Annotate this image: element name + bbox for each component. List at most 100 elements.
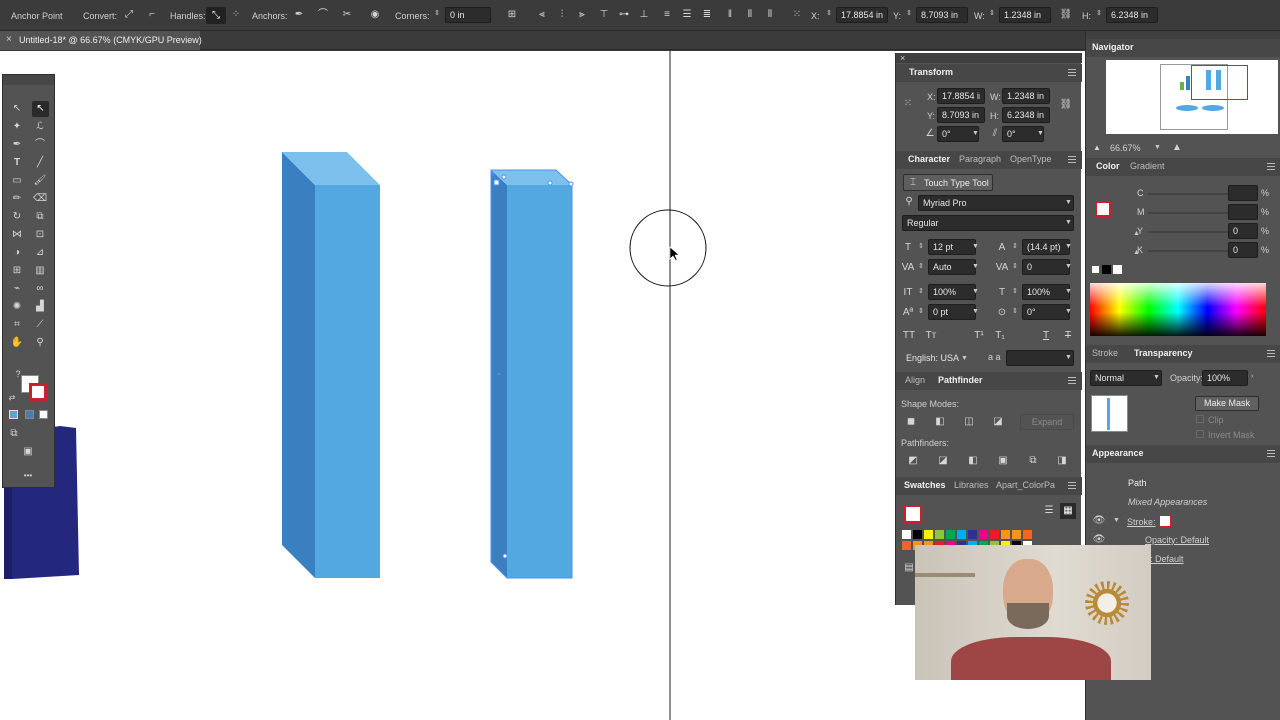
kerning-input[interactable]: [928, 259, 976, 275]
corners-input[interactable]: [445, 7, 491, 23]
swatch-item[interactable]: [1001, 530, 1010, 539]
anti-aliasing-select[interactable]: [1006, 350, 1074, 366]
tab-libraries[interactable]: Libraries: [954, 480, 989, 490]
hide-handles-icon[interactable]: ⁘: [229, 8, 243, 22]
language-dropdown-icon[interactable]: ▼: [961, 355, 968, 362]
remove-anchor-icon[interactable]: ✒: [292, 8, 306, 22]
font-size-input[interactable]: [928, 239, 976, 255]
panel-menu-icon[interactable]: [1068, 482, 1076, 489]
anchor-point-small[interactable]: [568, 181, 574, 187]
convert-corner-icon[interactable]: ⌐: [145, 8, 159, 22]
panel-menu-icon[interactable]: [1068, 156, 1076, 163]
screen-mode-icon[interactable]: ▣: [21, 445, 35, 459]
kerning-dropdown-icon[interactable]: ▼: [972, 263, 979, 270]
character-rotation-stepper-icon[interactable]: ⇕: [1012, 307, 1018, 315]
channel-y-input[interactable]: [1228, 223, 1258, 239]
transform-x-input[interactable]: [937, 88, 985, 104]
align-right-icon[interactable]: ⫸: [575, 8, 589, 22]
y-input[interactable]: [916, 7, 968, 23]
baseline-shift-dropdown-icon[interactable]: ▼: [972, 308, 979, 315]
show-handles-button[interactable]: ⤡: [206, 7, 226, 24]
swatch-item[interactable]: [902, 541, 911, 550]
angle-icon[interactable]: ∠: [923, 127, 937, 141]
magic-wand-tool-icon[interactable]: ✦: [10, 120, 24, 134]
font-size-dropdown-icon[interactable]: ▼: [972, 243, 979, 250]
lasso-tool-icon[interactable]: ℒ: [33, 120, 47, 134]
opacity-mask-thumbnail[interactable]: [1091, 395, 1128, 432]
swatch-item[interactable]: [1023, 530, 1032, 539]
shape-builder-tool-icon[interactable]: ◑: [10, 246, 24, 260]
zoom-in-icon[interactable]: ▲: [1170, 141, 1184, 155]
font-family-select[interactable]: Myriad Pro: [918, 195, 1074, 211]
width-tool-icon[interactable]: ⋈: [10, 228, 24, 242]
font-style-select[interactable]: Regular: [902, 215, 1074, 231]
free-transform-tool-icon[interactable]: ⊡: [33, 228, 47, 242]
channel-c-slider[interactable]: [1148, 193, 1228, 195]
small-caps-icon[interactable]: Tт: [924, 329, 938, 343]
anchor-point-small[interactable]: [501, 174, 507, 180]
y-stepper-icon[interactable]: ⇕: [906, 9, 912, 17]
distribute-vcenter-icon[interactable]: ☰: [680, 8, 694, 22]
perspective-grid-tool-icon[interactable]: ⊿: [33, 246, 47, 260]
blue-bar-one[interactable]: [282, 152, 380, 578]
strikethrough-icon[interactable]: T: [1061, 329, 1075, 343]
tab-character[interactable]: Character: [908, 154, 950, 164]
vertical-scale-dropdown-icon[interactable]: ▼: [972, 288, 979, 295]
tab-paragraph[interactable]: Paragraph: [959, 154, 1001, 164]
font-family-dropdown-icon[interactable]: ▼: [1065, 199, 1072, 206]
navigator-zoom[interactable]: 66.67%: [1110, 143, 1141, 153]
w-stepper-icon[interactable]: ⇕: [989, 9, 995, 17]
tab-opentype[interactable]: OpenType: [1010, 154, 1052, 164]
unite-icon[interactable]: ◼: [904, 415, 918, 429]
tracking-stepper-icon[interactable]: ⇕: [1012, 262, 1018, 270]
align-left-icon[interactable]: ⫷: [535, 8, 549, 22]
channel-c-input[interactable]: [1228, 185, 1258, 201]
none-mode-icon[interactable]: [39, 410, 48, 419]
blend-tool-icon[interactable]: ∞: [33, 282, 47, 296]
gradient-tool-icon[interactable]: ▥: [33, 264, 47, 278]
channel-k-slider[interactable]: [1148, 250, 1228, 252]
pen-tool-icon[interactable]: ✒: [10, 138, 24, 152]
black-color-swatch[interactable]: [1102, 265, 1111, 274]
font-style-dropdown-icon[interactable]: ▼: [1065, 219, 1072, 226]
more-tools-icon[interactable]: •••: [21, 469, 35, 483]
channel-m-input[interactable]: [1228, 204, 1258, 220]
line-tool-icon[interactable]: ╱: [33, 156, 47, 170]
swatch-item[interactable]: [913, 530, 922, 539]
shear-icon[interactable]: ⫽: [988, 127, 1002, 141]
h-input[interactable]: [1106, 7, 1158, 23]
character-rotation-dropdown-icon[interactable]: ▼: [1065, 308, 1072, 315]
eraser-tool-icon[interactable]: ⌫: [33, 192, 47, 206]
appearance-stroke-swatch[interactable]: [1159, 515, 1171, 527]
rectangle-tool-icon[interactable]: ▭: [10, 174, 24, 188]
merge-icon[interactable]: ◧: [966, 454, 980, 468]
outline-icon[interactable]: ⧉: [1026, 454, 1040, 468]
document-tab[interactable]: × Untitled-18* @ 66.67% (CMYK/GPU Previe…: [0, 31, 202, 50]
opacity-arrow-icon[interactable]: ›: [1251, 373, 1253, 380]
blend-mode-dropdown-icon[interactable]: ▼: [1153, 374, 1160, 381]
anchor-point-small[interactable]: [502, 553, 508, 559]
tracking-dropdown-icon[interactable]: ▼: [1065, 263, 1072, 270]
align-hcenter-icon[interactable]: ⫶: [555, 8, 569, 22]
align-bottom-icon[interactable]: ⊥: [637, 8, 651, 22]
distribute-top-icon[interactable]: ≡: [660, 8, 674, 22]
none-color-swatch[interactable]: [1091, 265, 1100, 274]
all-caps-icon[interactable]: TT: [902, 329, 916, 343]
rotate-tool-icon[interactable]: ↻: [10, 210, 24, 224]
type-tool-icon[interactable]: T: [10, 156, 24, 170]
horizontal-scale-stepper-icon[interactable]: ⇕: [1012, 287, 1018, 295]
superscript-icon[interactable]: T¹: [972, 329, 986, 343]
close-panel-icon[interactable]: ×: [900, 53, 905, 63]
stroke-expand-icon[interactable]: ▼: [1113, 517, 1120, 524]
document-tab-close[interactable]: ×: [6, 34, 12, 45]
isolate-icon[interactable]: ◉: [368, 8, 382, 22]
gradient-mode-icon[interactable]: [25, 410, 34, 419]
channel-y-slider[interactable]: [1148, 231, 1228, 233]
transform-y-input[interactable]: [937, 107, 985, 123]
tab-align[interactable]: Align: [905, 375, 925, 385]
channel-k-input[interactable]: [1228, 242, 1258, 258]
x-input[interactable]: [836, 7, 888, 23]
shear-dropdown-icon[interactable]: ▼: [1037, 130, 1044, 137]
navigator-zoom-dropdown-icon[interactable]: ▼: [1154, 144, 1161, 151]
minus-back-icon[interactable]: ◨: [1055, 454, 1069, 468]
